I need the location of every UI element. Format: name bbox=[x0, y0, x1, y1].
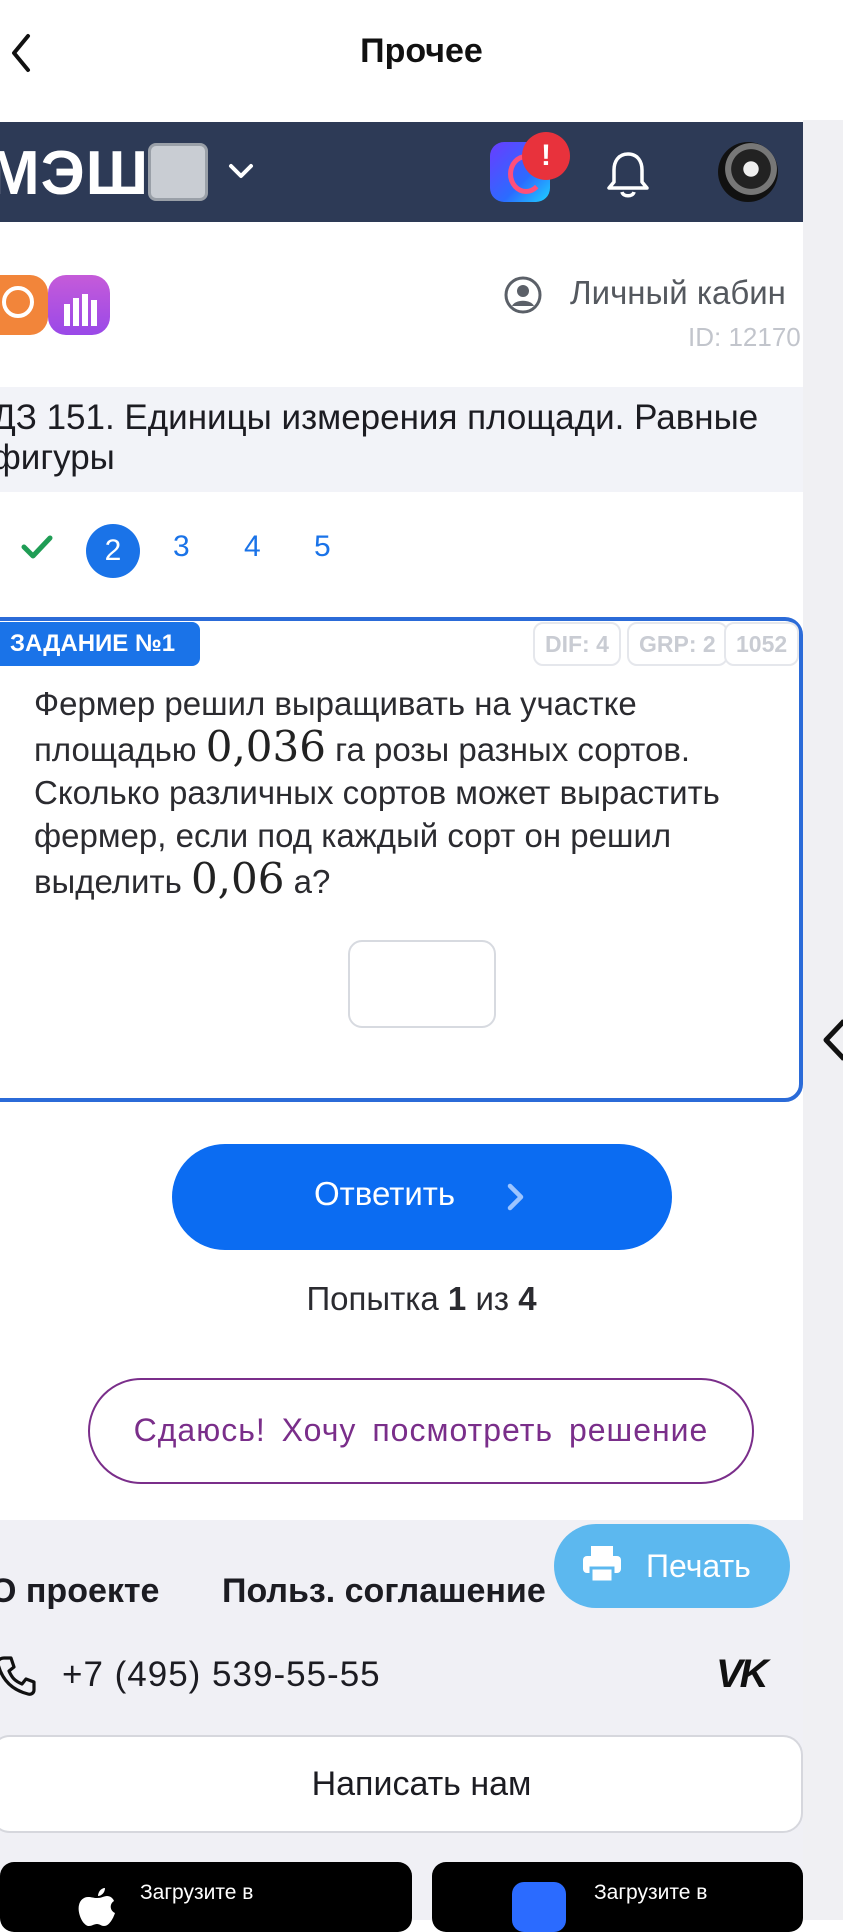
notification-badge: ! bbox=[522, 132, 570, 180]
about-project-link[interactable]: О проекте bbox=[0, 1572, 159, 1611]
phone-icon bbox=[0, 1656, 36, 1696]
rustore-label: Загрузите в bbox=[594, 1881, 708, 1904]
lightbulb-icon bbox=[2, 286, 34, 318]
apple-icon bbox=[78, 1888, 115, 1926]
task-value: 0,036 bbox=[205, 722, 326, 771]
user-id: ID: 12170 bbox=[688, 322, 801, 352]
chevron-down-icon[interactable] bbox=[226, 158, 256, 184]
mesh-logo[interactable]: МЭШ bbox=[0, 138, 149, 209]
bell-icon[interactable] bbox=[606, 150, 650, 200]
completed-check-icon[interactable] bbox=[20, 532, 54, 562]
answer-button-label: Ответить bbox=[314, 1175, 456, 1212]
attempt-current: 1 bbox=[447, 1280, 467, 1317]
print-label: Печать bbox=[646, 1548, 751, 1584]
attempt-counter: Попытка 1 из 4 bbox=[0, 1280, 843, 1318]
collapse-arrow-icon[interactable] bbox=[820, 1015, 843, 1065]
rustore-icon bbox=[512, 1882, 566, 1932]
vk-icon[interactable]: VK bbox=[716, 1652, 769, 1697]
printer-icon bbox=[583, 1546, 621, 1584]
task-value: 0,06 bbox=[190, 854, 285, 903]
answer-input[interactable] bbox=[348, 940, 496, 1028]
task-text: Фермер решил выращивать на участке площа… bbox=[34, 682, 774, 903]
user-circle-icon[interactable] bbox=[504, 276, 542, 314]
group-tag: GRP: 2 bbox=[627, 622, 728, 666]
give-up-label: Сдаюсь! Хочу посмотреть решение bbox=[133, 1412, 709, 1448]
pager-item[interactable]: 3 bbox=[173, 530, 190, 564]
attempt-total: 4 bbox=[518, 1280, 537, 1317]
page-title: Прочее bbox=[360, 32, 483, 70]
task-number-badge: ЗАДАНИЕ №1 bbox=[0, 622, 200, 666]
personal-cabinet-link[interactable]: Личный кабин bbox=[570, 274, 786, 312]
avatar[interactable] bbox=[718, 142, 778, 202]
attempt-middle: из bbox=[466, 1280, 519, 1317]
chevron-right-icon bbox=[507, 1183, 524, 1211]
bar-chart-icon bbox=[64, 294, 97, 326]
school-emblem-icon bbox=[148, 143, 208, 201]
pager-item[interactable]: 5 bbox=[314, 530, 331, 564]
app-store-label: Загрузите в bbox=[140, 1881, 254, 1904]
lesson-title: ДЗ 151. Единицы измерения площади. Равны… bbox=[0, 398, 759, 477]
pager-item[interactable]: 4 bbox=[244, 530, 261, 564]
difficulty-tag: DIF: 4 bbox=[533, 622, 621, 666]
task-id-tag: 1052 bbox=[724, 622, 800, 666]
task-text-part: а? bbox=[284, 863, 331, 900]
attempt-prefix: Попытка bbox=[306, 1280, 448, 1317]
user-agreement-link[interactable]: Польз. соглашение bbox=[222, 1572, 546, 1611]
pager-item-active[interactable]: 2 bbox=[86, 524, 140, 578]
phone-number[interactable]: +7 (495) 539-55-55 bbox=[62, 1655, 381, 1695]
write-us-label: Написать нам bbox=[311, 1765, 532, 1803]
